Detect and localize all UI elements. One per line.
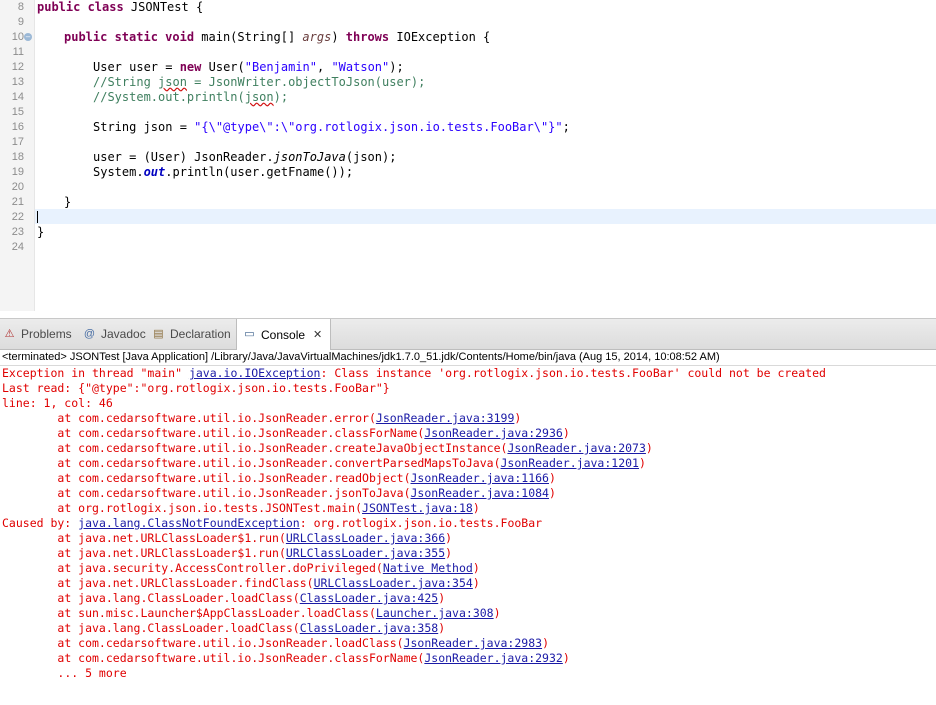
source-link[interactable]: JsonReader.java:1166 [411, 471, 549, 485]
code-line[interactable]: //String json = JsonWriter.objectToJson(… [93, 75, 425, 90]
stack-trace-line: at java.lang.ClassLoader.loadClass(Class… [2, 621, 446, 635]
line-number: 8 [17, 1, 24, 13]
stack-trace-line: at com.cedarsoftware.util.io.JsonReader.… [2, 426, 570, 440]
javadoc-icon: @ [83, 327, 96, 340]
line-number: 16 [11, 121, 24, 133]
line-number: 13 [11, 76, 24, 88]
problems-icon: ⚠ [4, 327, 15, 340]
tab-console[interactable]: ▭ Console ✕ [236, 319, 332, 350]
stack-trace-line: at com.cedarsoftware.util.io.JsonReader.… [2, 636, 549, 650]
current-line-highlight [35, 209, 936, 224]
stack-trace-line: at com.cedarsoftware.util.io.JsonReader.… [2, 471, 556, 485]
console-line: Last read: {"@type":"org.rotlogix.json.i… [2, 381, 390, 395]
fold-toggle-icon[interactable]: − [24, 33, 32, 41]
source-link[interactable]: ClassLoader.java:358 [300, 621, 438, 635]
code-line[interactable]: } [37, 225, 44, 240]
source-link[interactable]: URLClassLoader.java:366 [286, 531, 445, 545]
source-link[interactable]: JsonReader.java:2983 [404, 636, 542, 650]
stack-trace-line: at java.net.URLClassLoader$1.run(URLClas… [2, 531, 453, 545]
source-link[interactable]: JsonReader.java:1084 [411, 486, 549, 500]
stack-trace-line: at com.cedarsoftware.util.io.JsonReader.… [2, 411, 522, 425]
line-number: 21 [11, 196, 24, 208]
stack-trace-line: at com.cedarsoftware.util.io.JsonReader.… [2, 651, 570, 665]
source-link[interactable]: JsonReader.java:2073 [507, 441, 645, 455]
close-icon[interactable]: ✕ [313, 320, 322, 350]
stack-trace-line: at java.net.URLClassLoader.findClass(URL… [2, 576, 480, 590]
stack-trace-line: at com.cedarsoftware.util.io.JsonReader.… [2, 456, 646, 470]
code-line[interactable]: System.out.println(user.getFname()); [93, 165, 353, 180]
source-link[interactable]: Native Method [383, 561, 473, 575]
code-line[interactable]: public class JSONTest { [37, 0, 203, 15]
source-link[interactable]: Launcher.java:308 [376, 606, 494, 620]
line-number: 12 [11, 61, 24, 73]
console-icon: ▭ [244, 328, 255, 340]
line-number-gutter: 8 9 10 − 11 12 13 14 15 16 17 18 19 20 2… [0, 0, 35, 311]
stack-trace-line: at java.net.URLClassLoader$1.run(URLClas… [2, 546, 453, 560]
line-number: 14 [11, 91, 24, 103]
line-number: 19 [11, 166, 24, 178]
line-number: 18 [11, 151, 24, 163]
code-line[interactable]: } [64, 195, 71, 210]
console-line: line: 1, col: 46 [2, 396, 113, 410]
stack-trace-line: at java.lang.ClassLoader.loadClass(Class… [2, 591, 446, 605]
code-line[interactable]: public static void main(String[] args) t… [64, 30, 490, 45]
source-link[interactable]: URLClassLoader.java:355 [286, 546, 445, 560]
text-cursor [37, 211, 38, 223]
source-link[interactable]: JsonReader.java:1201 [501, 456, 639, 470]
code-editor[interactable]: 8 9 10 − 11 12 13 14 15 16 17 18 19 20 2… [0, 0, 936, 311]
source-link[interactable]: JSONTest.java:18 [362, 501, 473, 515]
tab-declaration[interactable]: ▤ Declaration [152, 319, 230, 349]
exception-link[interactable]: java.io.IOException [189, 366, 321, 380]
line-number: 22 [11, 211, 24, 223]
stack-trace-line: at java.security.AccessController.doPriv… [2, 561, 480, 575]
stack-trace-line: at com.cedarsoftware.util.io.JsonReader.… [2, 486, 556, 500]
line-number: 15 [11, 106, 24, 118]
console-line: ... 5 more [2, 666, 127, 680]
line-number: 11 [12, 46, 24, 58]
code-line[interactable]: user = (User) JsonReader.jsonToJava(json… [93, 150, 396, 165]
line-number: 23 [11, 226, 24, 238]
source-link[interactable]: JsonReader.java:2936 [424, 426, 562, 440]
tab-problems[interactable]: ⚠ Problems [3, 319, 72, 349]
source-link[interactable]: URLClassLoader.java:354 [314, 576, 473, 590]
line-number: 24 [11, 241, 24, 253]
line-number: 10 [11, 31, 24, 43]
console-status-line: <terminated> JSONTest [Java Application]… [0, 350, 936, 366]
line-number: 20 [11, 181, 24, 193]
view-tab-bar: ⚠ Problems @ Javadoc ▤ Declaration ▭ Console… [0, 318, 936, 350]
line-number: 9 [17, 16, 24, 28]
exception-link[interactable]: java.lang.ClassNotFoundException [78, 516, 300, 530]
code-line[interactable]: String json = "{\"@type\":\"org.rotlogix… [93, 120, 570, 135]
stack-trace-line: at org.rotlogix.json.io.tests.JSONTest.m… [2, 501, 480, 515]
source-link[interactable]: JsonReader.java:2932 [424, 651, 562, 665]
source-link[interactable]: ClassLoader.java:425 [300, 591, 438, 605]
console-output[interactable]: Exception in thread "main" java.io.IOExc… [0, 366, 936, 705]
source-link[interactable]: JsonReader.java:3199 [376, 411, 514, 425]
code-line[interactable]: User user = new User("Benjamin", "Watson… [93, 60, 404, 75]
stack-trace-line: at sun.misc.Launcher$AppClassLoader.load… [2, 606, 501, 620]
console-line: Caused by: java.lang.ClassNotFoundExcept… [2, 516, 543, 530]
console-line: Exception in thread "main" java.io.IOExc… [2, 366, 826, 380]
tab-javadoc[interactable]: @ Javadoc [83, 319, 146, 349]
line-number: 17 [11, 136, 24, 148]
declaration-icon: ▤ [153, 327, 164, 340]
stack-trace-line: at com.cedarsoftware.util.io.JsonReader.… [2, 441, 653, 455]
code-line[interactable]: //System.out.println(json); [93, 90, 288, 105]
